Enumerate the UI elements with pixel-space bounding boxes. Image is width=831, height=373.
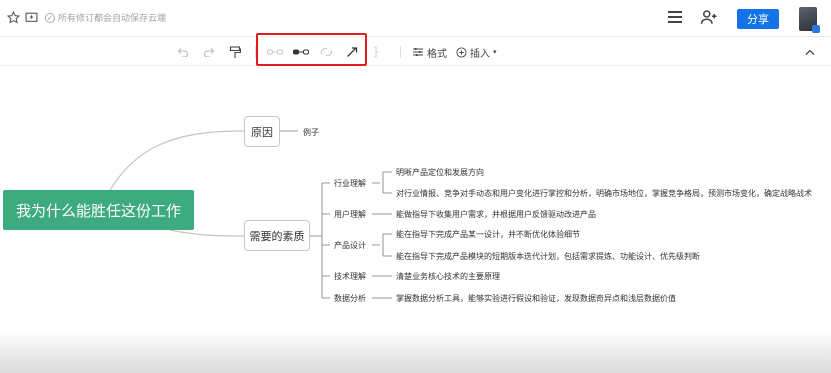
mindmap-node-industry[interactable]: 行业理解	[334, 178, 366, 189]
mindmap-leaf[interactable]: 能做指导下收集用户需求，并根据用户反馈驱动改进产品	[396, 209, 596, 220]
mindmap-node-data[interactable]: 数据分析	[334, 293, 366, 304]
mindmap-node-cause[interactable]: 原因	[244, 116, 280, 147]
mindmap-node-tech[interactable]: 技术理解	[334, 271, 366, 282]
mindmap-leaf[interactable]: 清楚业务核心技术的主要原理	[396, 271, 500, 282]
mindmap-leaf[interactable]: 能在指导下完成产品某一设计，并不断优化体验细节	[396, 229, 580, 240]
mindmap-leaf[interactable]: 能在指导下完成产品模块的短期版本迭代计划，包括需求提炼、功能设计、优先级判断	[396, 251, 700, 262]
mindmap-node-quality[interactable]: 需要的素质	[244, 220, 310, 251]
connection-lines	[109, 130, 392, 299]
mindmap-node-example[interactable]: 例子	[303, 127, 319, 138]
mindmap-node-design[interactable]: 产品设计	[334, 240, 366, 251]
mindmap-root-node[interactable]: 我为什么能胜任这份工作	[3, 190, 194, 230]
mindmap-leaf[interactable]: 掌握数据分析工具，能够实验进行假设和验证，发现数据奇异点和浅层数据价值	[396, 293, 676, 304]
mindmap-node-user[interactable]: 用户理解	[334, 209, 366, 220]
mindmap-leaf[interactable]: 对行业情报、竞争对手动态和用户变化进行掌控和分析，明确市场地位，掌握竞争格局，预…	[396, 188, 812, 199]
mindmap-leaf[interactable]: 明晰产品定位和发展方向	[396, 167, 484, 178]
